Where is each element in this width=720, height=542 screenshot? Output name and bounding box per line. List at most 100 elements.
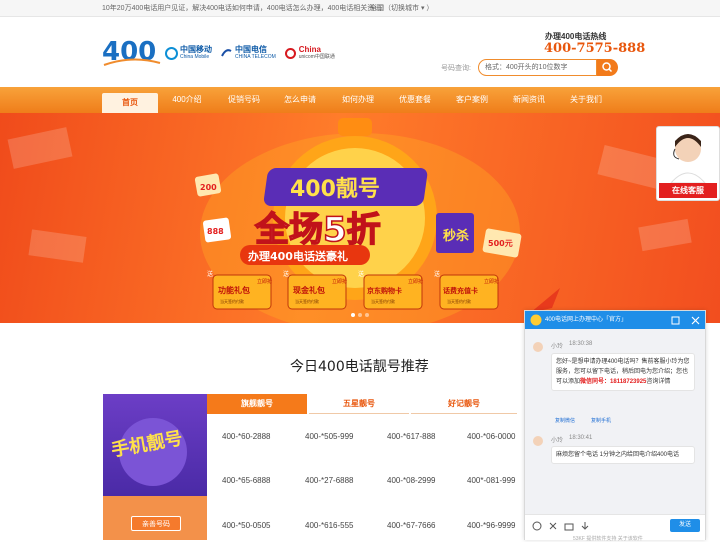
number-cell[interactable]: 400-*60-2888 — [222, 431, 270, 443]
chat-messages: 小玲 18:30:38 您好~是想申请办理400电话吗？售前客服小玲为您服务，您… — [525, 329, 705, 514]
nav-home[interactable]: 首页 — [102, 93, 158, 113]
number-cell[interactable]: 400-*67-7666 — [387, 520, 435, 532]
msg1-sender: 小玲 — [551, 344, 564, 350]
promo-tag[interactable]: 亲善号码 — [131, 516, 181, 531]
gift-3-top: 送 — [358, 270, 364, 278]
agent-avatar-icon — [533, 436, 543, 446]
carrier-logos: 中国移动 China Mobile 中国电信 CHINA TELECOM China… — [165, 42, 335, 64]
number-cell[interactable]: 400-*06-0000 — [467, 431, 515, 443]
msg2-time: 18:30:41 — [569, 435, 593, 441]
number-cell[interactable]: 400-*617-888 — [387, 431, 435, 443]
download-icon[interactable] — [580, 521, 590, 531]
chat-window[interactable]: 400电话网上办理中心「官方」 小玲 18:30:38 您好~是想申请办理400… — [524, 310, 706, 542]
tab-easy[interactable]: 好记靓号 — [411, 394, 517, 414]
nav-news[interactable]: 新闻资讯 — [505, 87, 553, 113]
gift-3: 京东购物卡 — [367, 286, 402, 295]
china-mobile-icon — [165, 46, 178, 60]
top-bar: 10年20万400电话用户见证，解决400电话如何申请，400电话怎么办理，40… — [0, 0, 720, 17]
badge-500: 500元 — [488, 239, 513, 248]
slot-3: 立即抢 — [408, 278, 423, 285]
number-cell[interactable]: 400-*27-6888 — [305, 475, 353, 487]
banner-headline: 全场5折 — [254, 210, 381, 250]
msg1-bubble: 您好~是想申请办理400电话吗？售前客服小玲为您服务，您可以留下电话，稍后回电为… — [551, 353, 695, 391]
nav-packages[interactable]: 优惠套餐 — [391, 87, 439, 113]
gift-1: 功能礼包 — [218, 285, 250, 295]
gift-1-top: 送 — [207, 270, 213, 278]
carousel-dot — [351, 313, 355, 317]
gift-3-sub: 当天签约付款 — [371, 298, 395, 304]
nav-promo-numbers[interactable]: 促销号码 — [220, 87, 268, 113]
gift-2-top: 送 — [283, 270, 289, 278]
hotline-number: 400-7575-888 — [544, 41, 646, 56]
carousel-dot — [358, 313, 362, 317]
tab-five-star[interactable]: 五星靓号 — [309, 394, 409, 414]
number-cell[interactable]: 400-*08-2999 — [387, 475, 435, 487]
send-button[interactable]: 发送 — [670, 519, 700, 532]
promo-card[interactable]: 手机靓号 亲善号码 — [103, 394, 207, 540]
slot-1: 立即抢 — [257, 278, 272, 285]
number-tabs: 旗舰靓号 五星靓号 好记靓号 — [207, 394, 527, 414]
slot-2: 立即抢 — [332, 278, 347, 285]
search-button[interactable] — [597, 59, 618, 76]
gift-2-sub: 当天签约付款 — [295, 298, 319, 304]
badge-200: 200 — [200, 183, 217, 192]
nav-how-handle[interactable]: 如何办理 — [334, 87, 382, 113]
agent-avatar-icon — [533, 342, 543, 352]
chat-input-bar: 发送 53KF 提供软件支持 关于该软件 — [525, 514, 705, 542]
banner-title: 400靓号 — [290, 177, 380, 202]
wechat-number: 微信同号：18118723925 — [580, 379, 647, 385]
folder-icon[interactable] — [564, 521, 574, 531]
number-cell[interactable]: 400-*50-0505 — [222, 520, 270, 532]
city-switch[interactable]: 全国（切换城市 ▾ ） — [370, 0, 433, 17]
search-icon — [602, 62, 613, 73]
gift-1-sub: 当天签约付款 — [220, 298, 244, 304]
copy-wechat-link[interactable]: 复制微信 — [555, 417, 575, 424]
site-notice: 10年20万400电话用户见证，解决400电话如何申请，400电话怎么办理，40… — [102, 5, 389, 12]
site-logo[interactable]: 400 — [102, 33, 162, 69]
nav-about[interactable]: 关于我们 — [562, 87, 610, 113]
tab-flagship[interactable]: 旗舰靓号 — [207, 394, 307, 414]
carousel-dot — [365, 313, 369, 317]
nav-cases[interactable]: 客户案例 — [448, 87, 496, 113]
agent-avatar — [669, 134, 707, 184]
number-cell[interactable]: 400*-081-999 — [467, 475, 515, 487]
china-unicom-icon — [284, 47, 296, 59]
number-cell[interactable]: 400-*65-6888 — [222, 475, 270, 487]
close-icon[interactable] — [691, 316, 700, 325]
online-service-widget[interactable]: 在线客服 — [656, 126, 720, 201]
search-input[interactable]: 格式：400开头的10位数字 — [478, 59, 597, 76]
promo-banner[interactable]: 400靓号 全场5折 秒杀 办理400电话送豪礼 200 888 500元 功能… — [0, 113, 720, 323]
china-mobile-logo: 中国移动 China Mobile — [165, 46, 212, 60]
emoji-icon[interactable] — [532, 521, 542, 531]
number-cell[interactable]: 400-*96-9999 — [467, 520, 515, 532]
chat-logo-icon — [530, 314, 542, 326]
online-service-button[interactable]: 在线客服 — [659, 183, 717, 198]
banner-subtitle: 办理400电话送豪礼 — [248, 249, 348, 263]
gift-4-sub: 当天签约付款 — [447, 298, 471, 304]
gift-2: 现金礼包 — [293, 285, 325, 295]
msg1-time: 18:30:38 — [569, 341, 593, 347]
number-cell[interactable]: 400-*505-999 — [305, 431, 353, 443]
msg2-sender: 小玲 — [551, 438, 564, 444]
promo-art: 手机靓号 — [110, 418, 187, 486]
nav-how-apply[interactable]: 怎么申请 — [276, 87, 324, 113]
scissors-icon[interactable] — [548, 521, 558, 531]
header: 400 中国移动 China Mobile 中国电信 CHINA TELECOM C… — [0, 17, 720, 87]
banner-art: 400靓号 全场5折 秒杀 办理400电话送豪礼 200 888 500元 功能… — [7, 118, 692, 323]
china-telecom-icon — [221, 48, 232, 56]
main-nav: 首页 400介绍 促销号码 怎么申请 如何办理 优惠套餐 客户案例 新闻资讯 关… — [0, 87, 720, 113]
msg2-bubble: 麻烦您留个电话 1分钟之内给回电介绍400电话 — [551, 446, 695, 464]
number-cell[interactable]: 400-*616-555 — [305, 520, 353, 532]
slot-4: 立即抢 — [484, 278, 499, 285]
badge-888: 888 — [207, 227, 224, 236]
chat-title: 400电话网上办理中心「官方」 — [545, 317, 628, 323]
copy-phone-link[interactable]: 复制手机 — [591, 417, 611, 424]
china-telecom-logo: 中国电信 CHINA TELECOM — [220, 46, 276, 60]
china-unicom-logo: China unicom中国联通 — [284, 46, 335, 60]
gift-4: 话费充值卡 — [443, 286, 478, 295]
nav-intro[interactable]: 400介绍 — [163, 87, 211, 113]
gift-4-top: 送 — [434, 270, 440, 278]
powered-by: 53KF 提供软件支持 关于该软件 — [573, 536, 643, 542]
banner-seckill: 秒杀 — [443, 228, 469, 244]
expand-icon[interactable] — [671, 316, 680, 325]
